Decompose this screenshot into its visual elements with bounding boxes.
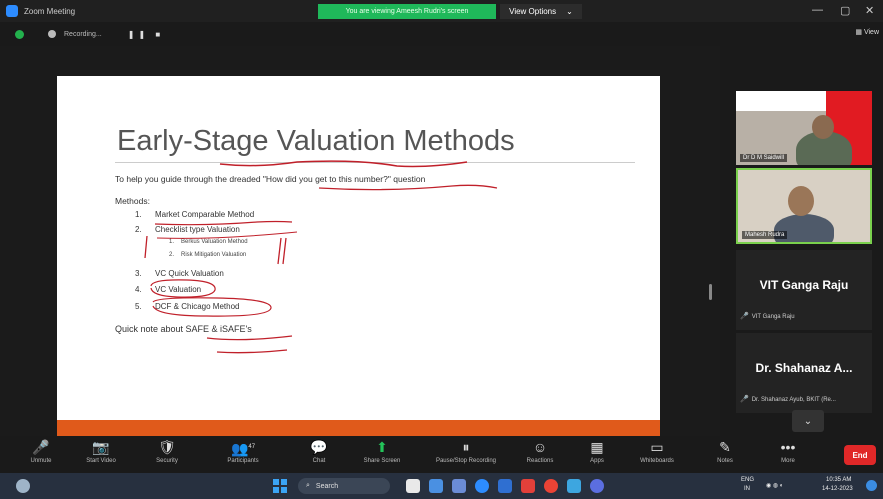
smiley-icon: ☺	[532, 439, 548, 455]
participant-video	[774, 214, 834, 242]
weather-icon[interactable]	[16, 479, 30, 493]
reactions-label: Reactions	[526, 458, 554, 464]
chrome-icon[interactable]	[544, 479, 558, 493]
participants-label: Participants	[227, 458, 259, 464]
windows-taskbar: ⌕ Search ENG IN ◉ ◍ ◐ 10:35 AM 14-12-202…	[0, 473, 883, 499]
taskbar-search-box[interactable]: ⌕ Search	[298, 478, 390, 494]
share-screen-button[interactable]: ⬆ Share Screen	[347, 438, 417, 472]
whiteboards-label: Whiteboards	[640, 458, 674, 464]
participant-name: Mahesh Rudra	[742, 231, 788, 239]
participants-icon: 👥47	[230, 438, 256, 457]
participant-name-row: 🎤 VIT Ganga Raju	[740, 312, 795, 320]
participant-tile[interactable]: Dr. Shahanaz A... 🎤 Dr. Shahanaz Ayub, BK…	[736, 333, 872, 413]
chat-button[interactable]: 💬 Chat	[284, 438, 354, 472]
start-video-label: Start Video	[86, 458, 116, 464]
zoom-taskbar-icon[interactable]	[475, 479, 489, 493]
chat-icon: 💬	[310, 439, 328, 455]
participant-face	[812, 115, 834, 139]
share-screen-icon: ⬆	[376, 439, 388, 455]
windows-start-icon[interactable]	[273, 479, 287, 493]
notification-icon[interactable]	[866, 480, 877, 491]
recording-label: Recording...	[64, 30, 102, 38]
maximize-icon[interactable]: ▢	[840, 4, 850, 17]
search-icon: ⌕	[306, 482, 310, 489]
more-icon: •••	[780, 439, 796, 455]
screen-share-banner: You are viewing Ameesh Rudri's screen	[318, 4, 496, 19]
share-screen-label: Share Screen	[363, 458, 401, 464]
participant-display-name: Dr. Shahanaz A...	[755, 361, 853, 375]
security-label: Security	[156, 458, 178, 464]
panel-resize-handle[interactable]	[709, 284, 712, 300]
participant-count: 47	[248, 444, 256, 450]
more-label: More	[781, 458, 795, 464]
mic-muted-icon: 🎤	[740, 396, 749, 403]
view-label: View	[863, 29, 879, 36]
whiteboards-button[interactable]: ▭ Whiteboards	[622, 438, 692, 472]
apps-label: Apps	[590, 458, 604, 464]
view-options-button[interactable]: View Options ⌄	[500, 4, 582, 19]
window-title: Zoom Meeting	[24, 6, 76, 16]
app-icon[interactable]	[429, 479, 443, 493]
language-region: IN	[744, 486, 750, 492]
view-button[interactable]: ▦ View	[855, 28, 879, 36]
participants-button[interactable]: 👥47 Participants	[208, 438, 278, 472]
zoom-icon	[6, 5, 18, 17]
annotation-ink	[144, 160, 498, 354]
participant-name: VIT Ganga Raju	[751, 314, 795, 320]
participant-tile[interactable]: VIT Ganga Raju 🎤 VIT Ganga Raju	[736, 250, 872, 330]
participant-tile[interactable]: Dr D M Saidwill	[736, 91, 872, 165]
pause-stop-recording-button[interactable]: ⏸ Pause/Stop Recording	[421, 438, 511, 472]
app-icon[interactable]	[590, 479, 604, 493]
participants-glyph: 👥	[230, 440, 249, 457]
video-camera-icon: 📷	[92, 439, 110, 455]
search-label: Search	[315, 482, 339, 490]
shared-screen: Early-Stage Valuation Methods To help yo…	[0, 46, 720, 462]
clock-time[interactable]: 10:35 AM	[826, 477, 851, 483]
pause-recording-icon: ⏸	[462, 439, 470, 455]
wifi-icon[interactable]: ◉ ◍ ◐	[766, 482, 783, 489]
app-icon[interactable]	[452, 479, 466, 493]
close-icon[interactable]: ✕	[865, 4, 874, 17]
chevron-down-icon: ⌄	[566, 7, 573, 16]
microphone-icon: 🎤	[32, 439, 50, 455]
app-icon[interactable]	[498, 479, 512, 493]
more-button[interactable]: ••• More	[753, 438, 823, 472]
whiteboard-icon: ▭	[650, 439, 664, 455]
mic-muted-icon: 🎤	[740, 313, 749, 320]
participant-name: Dr D M Saidwill	[740, 154, 788, 162]
participant-name: Dr. Shahanaz Ayub, BKIT (Re...	[751, 397, 836, 403]
security-shield-icon	[15, 29, 24, 39]
notes-button[interactable]: ✎ Notes	[690, 438, 760, 472]
app-icon[interactable]	[567, 479, 581, 493]
recording-dot-icon	[48, 30, 56, 38]
minimize-icon[interactable]: —	[812, 4, 823, 16]
view-options-label: View Options	[509, 7, 557, 16]
participant-tile-active-speaker[interactable]: Mahesh Rudra	[736, 168, 872, 244]
notes-icon: ✎	[719, 439, 731, 455]
presentation-slide: Early-Stage Valuation Methods To help yo…	[57, 76, 660, 462]
notes-label: Notes	[717, 458, 733, 464]
start-video-button[interactable]: 📷 Start Video	[66, 438, 136, 472]
unmute-label: Unmute	[30, 458, 52, 464]
security-button[interactable]: 🛡 Security	[132, 438, 202, 472]
participant-display-name: VIT Ganga Raju	[759, 278, 849, 292]
end-meeting-button[interactable]: End	[844, 445, 876, 465]
recording-controls[interactable]: ❚❚ ■	[128, 30, 164, 39]
clock-date: 14-12-2023	[822, 486, 853, 492]
chat-label: Chat	[312, 458, 326, 464]
pause-stop-recording-label: Pause/Stop Recording	[435, 458, 497, 464]
language-indicator[interactable]: ENG	[741, 477, 754, 483]
participant-name-row: 🎤 Dr. Shahanaz Ayub, BKIT (Re...	[740, 395, 836, 403]
scroll-down-icon[interactable]: ⌄	[792, 410, 824, 432]
meeting-toolbar: 🎤 Unmute 📷 Start Video 🛡 Security 👥47 Pa…	[0, 436, 883, 473]
shield-icon: 🛡	[158, 439, 176, 455]
app-icon[interactable]	[406, 479, 420, 493]
apps-icon: ▦	[590, 439, 604, 455]
recording-bar: Recording... ❚❚ ■ ▦ View	[0, 22, 883, 46]
title-bar: Zoom Meeting You are viewing Ameesh Rudr…	[0, 0, 883, 22]
participant-face	[788, 186, 814, 216]
app-icon[interactable]	[521, 479, 535, 493]
